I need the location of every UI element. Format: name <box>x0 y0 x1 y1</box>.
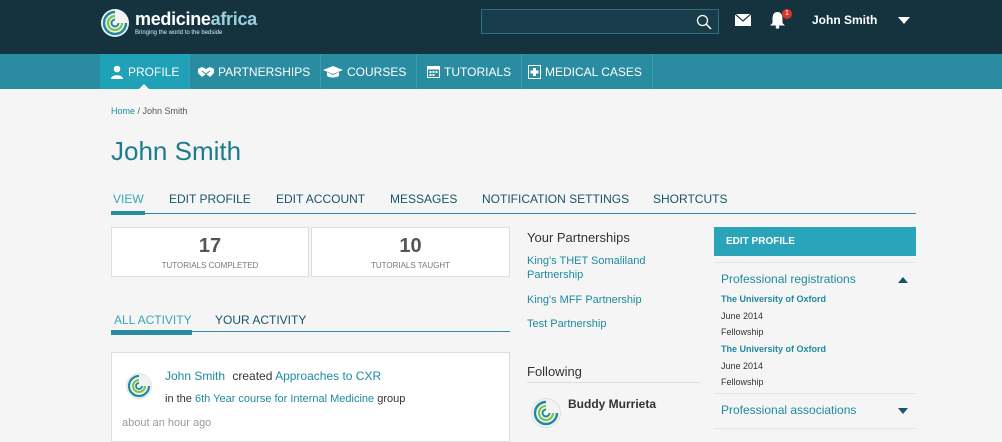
profile-tabs: VIEW EDIT PROFILE EDIT ACCOUNT MESSAGES … <box>111 192 916 214</box>
nav-courses[interactable]: COURSES <box>313 54 418 89</box>
search-icon[interactable] <box>696 14 712 30</box>
nav-partnerships-label: PARTNERSHIPS <box>218 64 311 79</box>
registration-org: The University of Oxford <box>721 294 827 304</box>
following-user-link[interactable]: Buddy Murrieta <box>568 397 656 411</box>
nav-courses-label: COURSES <box>347 64 407 79</box>
search-box <box>481 9 719 34</box>
notification-badge: 1 <box>782 9 792 19</box>
stat-label: TUTORIALS TAUGHT <box>370 261 451 270</box>
case-icon <box>528 64 541 79</box>
partnership-link[interactable]: King's THET Somaliland Partnership <box>527 254 667 282</box>
divider <box>714 428 916 429</box>
activity-context-suffix: group <box>377 393 406 405</box>
nav-profile-label: PROFILE <box>128 64 180 79</box>
activity-verb: created <box>232 369 273 383</box>
search-input[interactable] <box>482 10 692 33</box>
graduation-cap-icon <box>323 65 343 77</box>
tab-edit-profile[interactable]: EDIT PROFILE <box>169 192 251 206</box>
breadcrumb-home[interactable]: Home <box>111 106 135 116</box>
stat-tutorials-taught: 10 TUTORIALS TAUGHT <box>311 227 510 277</box>
activity-tabs: ALL ACTIVITY YOUR ACTIVITY <box>111 312 510 332</box>
nav-partnerships[interactable]: PARTNERSHIPS <box>188 54 322 89</box>
logo-mark-icon <box>101 9 129 37</box>
avatar[interactable] <box>531 398 561 428</box>
associations-title: Professional associations <box>721 403 857 417</box>
activity-group-link[interactable]: 6th Year course for Internal Medicine <box>195 393 374 405</box>
partnership-link[interactable]: King's MFF Partnership <box>527 293 687 307</box>
top-bar: medicineafrica Bringing the world to the… <box>0 0 1002 54</box>
tab-your-activity[interactable]: YOUR ACTIVITY <box>215 313 306 327</box>
mail-icon[interactable] <box>735 14 751 26</box>
page-title: John Smith <box>111 136 242 166</box>
breadcrumb-current: / John Smith <box>135 106 188 116</box>
activity-timestamp: about an hour ago <box>122 417 212 429</box>
stat-value: 10 <box>399 235 422 257</box>
brand-name: medicine <box>135 9 211 29</box>
tab-edit-account[interactable]: EDIT ACCOUNT <box>276 192 365 206</box>
chevron-down-icon[interactable] <box>898 17 910 24</box>
activity-item: John Smith created Approaches to CXR in … <box>111 352 510 442</box>
registrations-title: Professional registrations <box>721 272 856 286</box>
tab-view[interactable]: VIEW <box>113 192 144 206</box>
partnerships-title: Your Partnerships <box>527 230 630 245</box>
activity-object-link[interactable]: Approaches to CXR <box>275 369 381 383</box>
tab-shortcuts[interactable]: SHORTCUTS <box>653 192 727 206</box>
active-activity-tab-indicator <box>111 330 192 335</box>
tab-notification-settings[interactable]: NOTIFICATION SETTINGS <box>482 192 629 206</box>
activity-context-prefix: in the <box>165 393 192 405</box>
registration-date: June 2014 <box>721 311 764 321</box>
person-icon <box>111 65 123 79</box>
stat-value: 17 <box>198 235 222 257</box>
brand-name-accent: africa <box>210 9 258 29</box>
activity-actor-link[interactable]: John Smith <box>165 369 225 383</box>
activity-context: in the 6th Year course for Internal Medi… <box>165 393 405 405</box>
avatar[interactable] <box>126 373 152 399</box>
edit-profile-button[interactable]: EDIT PROFILE <box>714 227 916 256</box>
registration-date: June 2014 <box>721 361 764 371</box>
logo[interactable]: medicineafrica Bringing the world to the… <box>100 8 257 38</box>
handshake-icon <box>198 66 214 77</box>
calendar-icon <box>427 66 440 78</box>
stat-label: TUTORIALS COMPLETED <box>161 261 259 270</box>
following-title: Following <box>527 364 582 379</box>
tab-messages[interactable]: MESSAGES <box>390 192 457 206</box>
tab-all-activity[interactable]: ALL ACTIVITY <box>114 313 192 327</box>
user-menu-name[interactable]: John Smith <box>812 13 877 27</box>
chevron-down-icon <box>898 408 908 414</box>
chevron-up-icon <box>898 277 908 283</box>
partnership-link[interactable]: Test Partnership <box>527 317 687 331</box>
associations-toggle[interactable]: Professional associations <box>714 393 916 428</box>
main-nav: PROFILE PARTNERSHIPS COURSES TUTORIALS M… <box>0 54 1002 89</box>
active-tab-indicator <box>111 211 145 215</box>
nav-tutorials[interactable]: TUTORIALS <box>417 54 523 89</box>
nav-medical-cases-label: MEDICAL CASES <box>545 64 642 79</box>
nav-medical-cases[interactable]: MEDICAL CASES <box>518 54 653 89</box>
registration-type: Fellowship <box>721 377 764 387</box>
divider <box>527 382 700 383</box>
nav-tutorials-label: TUTORIALS <box>444 64 512 79</box>
registration-type: Fellowship <box>721 327 764 337</box>
breadcrumb: Home / John Smith <box>111 106 188 116</box>
registration-org: The University of Oxford <box>721 344 827 354</box>
activity-summary: John Smith created Approaches to CXR <box>165 369 381 383</box>
stat-tutorials-completed: 17 TUTORIALS COMPLETED <box>111 227 309 277</box>
brand-tagline: Bringing the world to the bedside <box>135 30 223 36</box>
registrations-toggle[interactable]: Professional registrations <box>714 262 916 292</box>
active-nav-pointer <box>139 84 149 89</box>
